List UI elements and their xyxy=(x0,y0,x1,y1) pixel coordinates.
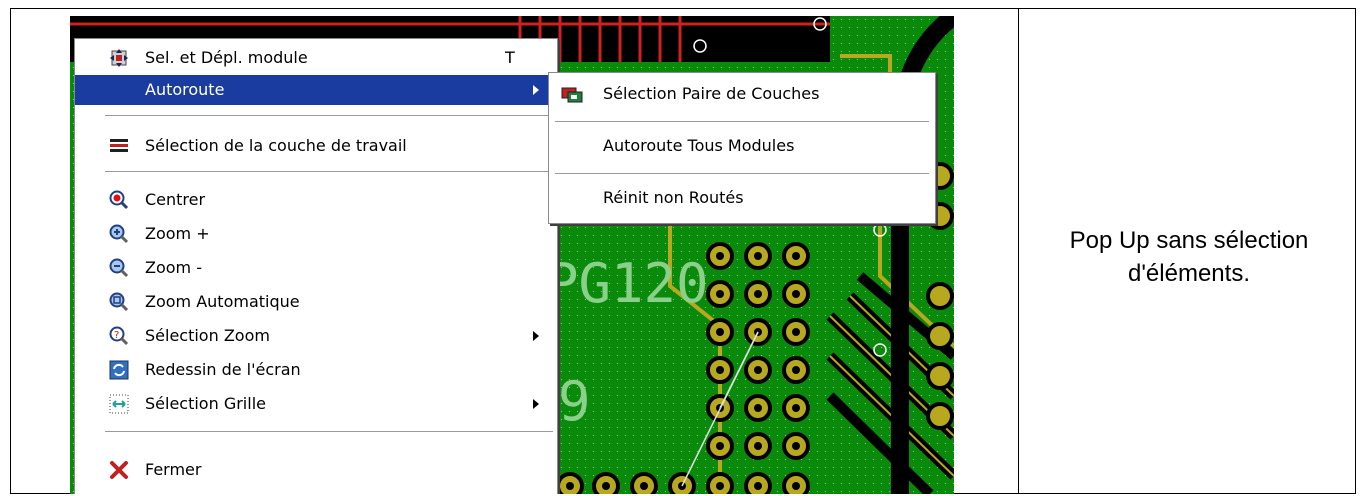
chevron-right-icon xyxy=(533,331,539,341)
menu-item-label: Redessin de l'écran xyxy=(145,360,301,379)
submenu-item-label: Sélection Paire de Couches xyxy=(603,84,820,103)
grid-icon xyxy=(109,394,129,414)
menu-item-label: Sel. et Dépl. module xyxy=(145,48,308,67)
zoom-auto-icon xyxy=(109,292,129,312)
pcb-screenshot: PG120 9 Sel. et Dépl. module T Autoroute… xyxy=(70,16,954,494)
menu-item-label: Sélection de la couche de travail xyxy=(145,136,407,155)
pcb-ref-label: PG120 xyxy=(546,252,709,315)
menu-item-move-module[interactable]: Sel. et Dépl. module T xyxy=(75,43,557,73)
menu-item-close[interactable]: Fermer xyxy=(75,455,557,485)
layer-pair-icon xyxy=(561,87,583,103)
submenu-item-layer-pair[interactable]: Sélection Paire de Couches xyxy=(549,79,935,109)
zoom-in-icon xyxy=(109,224,129,244)
menu-item-label: Sélection Grille xyxy=(145,394,266,413)
menu-item-grid-select[interactable]: Sélection Grille xyxy=(75,389,557,419)
caption-text: Pop Up sans sélection d'éléments. xyxy=(1069,227,1309,287)
menu-item-autoroute[interactable]: Autoroute xyxy=(75,75,557,105)
menu-separator xyxy=(555,121,929,123)
menu-item-select-layer[interactable]: Sélection de la couche de travail xyxy=(75,131,557,161)
menu-item-label: Zoom - xyxy=(145,258,202,277)
svg-text:?: ? xyxy=(114,330,119,341)
chevron-right-icon xyxy=(533,399,539,409)
layers-icon xyxy=(110,139,128,152)
zoom-select-icon: ? xyxy=(109,326,129,346)
context-menu: Sel. et Dépl. module T Autoroute Sélecti… xyxy=(74,38,558,494)
menu-item-redraw[interactable]: Redessin de l'écran xyxy=(75,355,557,385)
menu-separator xyxy=(105,431,553,433)
submenu-item-autoroute-all[interactable]: Autoroute Tous Modules xyxy=(549,131,935,161)
menu-item-label: Zoom Automatique xyxy=(145,292,300,311)
redraw-icon xyxy=(109,360,129,380)
menu-item-label: Autoroute xyxy=(145,80,225,99)
menu-separator xyxy=(105,115,553,117)
pcb-digit-label: 9 xyxy=(558,370,591,433)
zoom-out-icon xyxy=(109,258,129,278)
menu-item-label: Fermer xyxy=(145,460,202,479)
menu-separator xyxy=(555,173,929,175)
submenu-item-label: Réinit non Routés xyxy=(603,188,744,207)
autoroute-submenu: Sélection Paire de Couches Autoroute Tou… xyxy=(548,72,936,224)
center-icon xyxy=(109,190,129,210)
menu-item-label: Sélection Zoom xyxy=(145,326,270,345)
submenu-item-reset-unrouted[interactable]: Réinit non Routés xyxy=(549,183,935,213)
table-divider xyxy=(1018,8,1019,494)
menu-item-center[interactable]: Centrer xyxy=(75,185,557,215)
submenu-item-label: Autoroute Tous Modules xyxy=(603,136,795,155)
move-module-icon xyxy=(110,49,128,67)
close-icon xyxy=(110,461,128,479)
menu-item-zoom-out[interactable]: Zoom - xyxy=(75,253,557,283)
menu-item-zoom-select[interactable]: ? Sélection Zoom xyxy=(75,321,557,351)
chevron-right-icon xyxy=(533,85,539,95)
menu-separator xyxy=(105,171,553,173)
shortcut-label: T xyxy=(505,48,515,67)
menu-item-label: Centrer xyxy=(145,190,206,209)
menu-item-label: Zoom + xyxy=(145,224,210,243)
menu-item-zoom-in[interactable]: Zoom + xyxy=(75,219,557,249)
menu-item-zoom-auto[interactable]: Zoom Automatique xyxy=(75,287,557,317)
